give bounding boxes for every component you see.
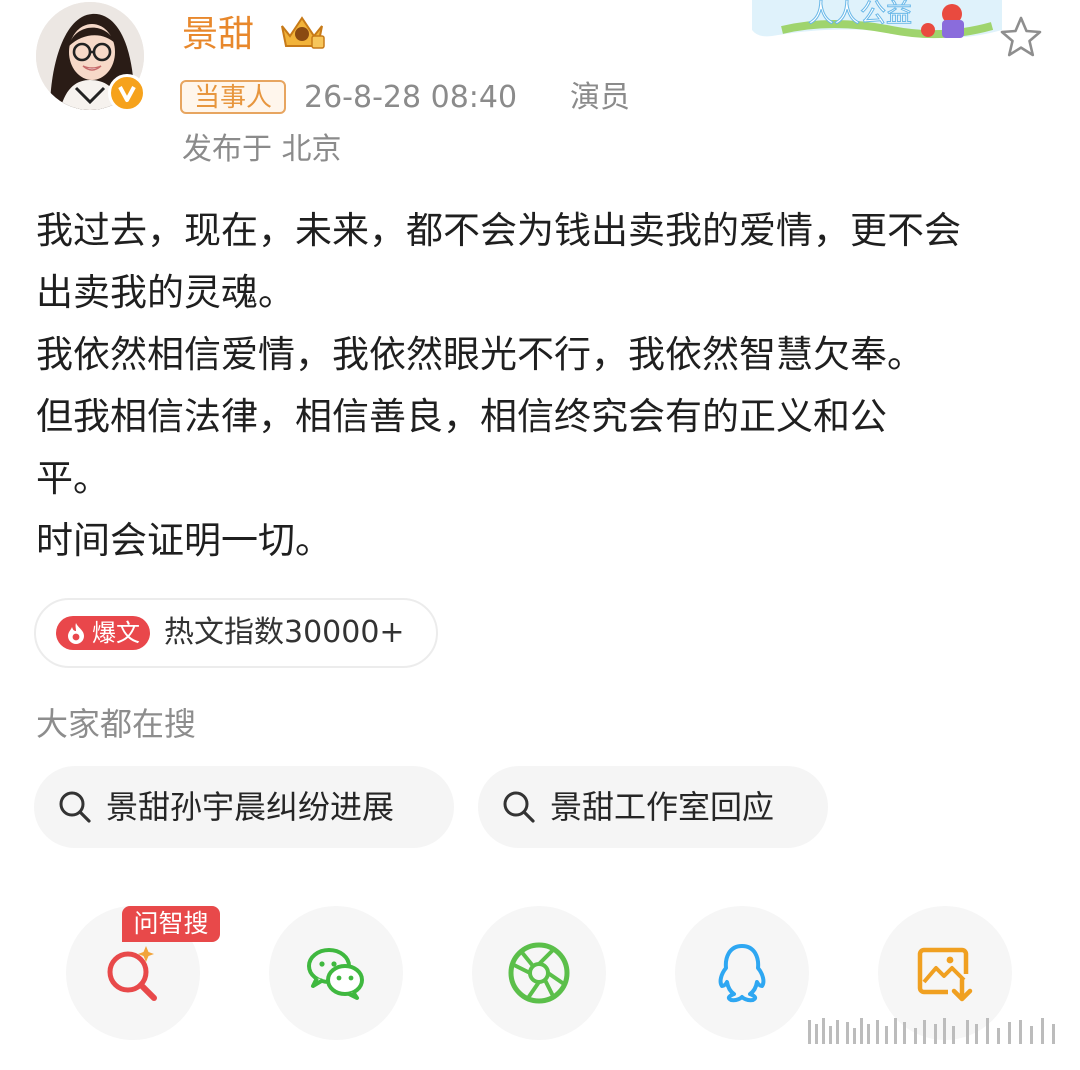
username[interactable]: 景甜 bbox=[182, 12, 254, 58]
wechat-icon bbox=[307, 948, 364, 1000]
verified-v-icon bbox=[108, 74, 146, 112]
ai-search-icon bbox=[107, 946, 157, 1001]
share-wechat-button[interactable] bbox=[269, 906, 403, 1040]
post-line: 时间会证明一切。 bbox=[36, 519, 332, 562]
party-tag: 当事人 bbox=[180, 80, 287, 114]
post-line: 平。 bbox=[36, 457, 110, 500]
flame-icon bbox=[68, 623, 84, 644]
search-chip[interactable]: 景甜孙宇晨纠纷进展 bbox=[34, 766, 454, 848]
favorite-star-icon[interactable] bbox=[996, 12, 1046, 62]
search-section-title: 大家都在搜 bbox=[36, 705, 197, 743]
search-chip[interactable]: 景甜工作室回应 bbox=[478, 766, 828, 848]
ask-search-badge: 问智搜 bbox=[122, 906, 220, 942]
qq-icon bbox=[718, 944, 766, 1003]
search-chip-label: 景甜工作室回应 bbox=[550, 788, 775, 826]
hot-tag: 爆文 bbox=[56, 616, 150, 650]
search-chip-label: 景甜孙宇晨纠纷进展 bbox=[106, 788, 395, 826]
post-line: 但我相信法律，相信善良，相信终究会有的正义和公 bbox=[36, 395, 887, 438]
search-icon bbox=[59, 791, 91, 823]
post-line: 我依然相信爱情，我依然眼光不行，我依然智慧欠奉。 bbox=[36, 333, 924, 376]
user-role: 演员 bbox=[570, 80, 630, 115]
share-qq-button[interactable] bbox=[675, 906, 809, 1040]
public-welfare-banner[interactable]: 人人公益 bbox=[752, 0, 1002, 42]
post-line: 出卖我的灵魂。 bbox=[36, 271, 295, 314]
post-line: 我过去，现在，未来，都不会为钱出卖我的爱情，更不会 bbox=[36, 209, 961, 252]
hot-article-badge[interactable]: 爆文 热文指数30000+ bbox=[34, 598, 438, 668]
share-moments-button[interactable] bbox=[472, 906, 606, 1040]
moments-icon bbox=[508, 942, 570, 1004]
hot-tag-label: 爆文 bbox=[92, 619, 140, 647]
post-location: 发布于 北京 bbox=[182, 132, 342, 167]
save-image-icon bbox=[917, 947, 973, 1002]
hot-index-text: 热文指数30000+ bbox=[164, 615, 405, 650]
svg-text:人人公益: 人人公益 bbox=[808, 0, 912, 29]
crown-badge-icon[interactable] bbox=[276, 12, 328, 54]
search-icon bbox=[503, 791, 535, 823]
post-datetime: 26-8-28 08:40 bbox=[304, 80, 518, 115]
post-content: 我过去，现在，未来，都不会为钱出卖我的爱情，更不会 出卖我的灵魂。 我依然相信爱… bbox=[36, 200, 1046, 572]
watermark bbox=[806, 1014, 1060, 1048]
